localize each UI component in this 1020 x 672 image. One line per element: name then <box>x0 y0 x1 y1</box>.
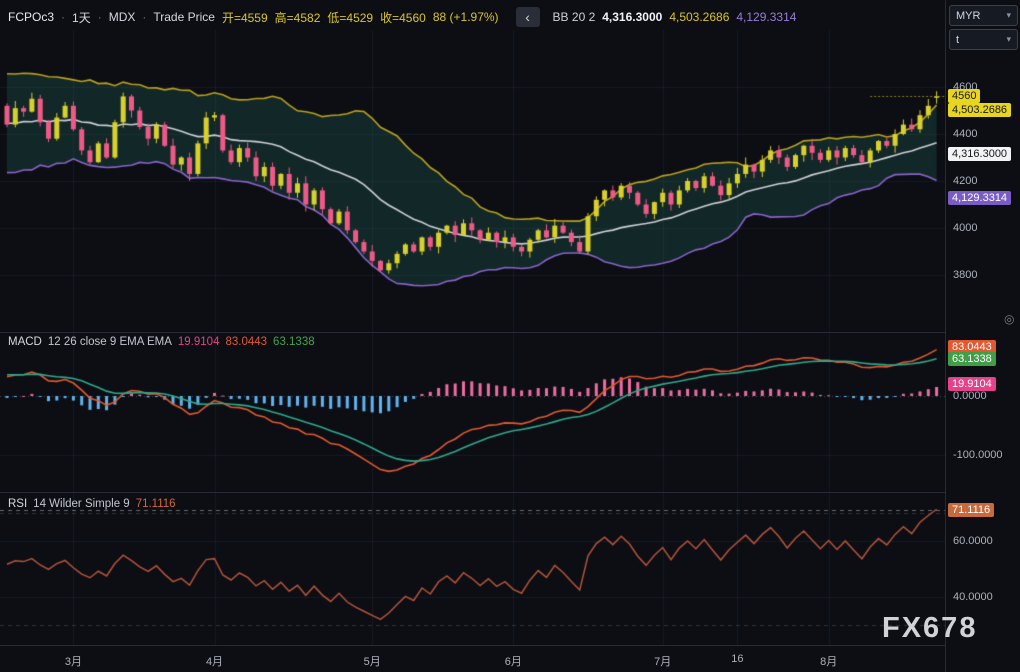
rsi-indicator-label[interactable]: RSI <box>8 498 27 510</box>
rsi-axis-tick: 40.0000 <box>953 591 993 603</box>
separator-dot: · <box>98 10 102 24</box>
interval-label[interactable]: 1天 <box>72 9 91 26</box>
panel-separator[interactable] <box>0 332 1020 333</box>
macd-line-value: 83.0443 <box>225 336 267 348</box>
rsi-axis-badge: 71.1116 <box>948 503 994 517</box>
macd-axis-tick: -100.0000 <box>953 449 1003 461</box>
watermark: FX678 <box>882 612 977 645</box>
chart-legend-toolbar: FCPOc3 · 1天 · MDX · Trade Price 开=4559 高… <box>8 9 796 25</box>
time-axis-tick: 3月 <box>65 653 82 669</box>
macd-params: 12 26 close 9 EMA EMA <box>48 336 172 348</box>
low-value: 低=4529 <box>327 9 373 26</box>
bb-lower-value: 4,129.3314 <box>736 10 796 24</box>
separator-dot: · <box>142 10 146 24</box>
price-axis-badge: 4,503.2686 <box>948 103 1011 117</box>
macd-indicator-label[interactable]: MACD <box>8 336 42 348</box>
time-axis-tick: 16 <box>731 653 743 665</box>
macd-signal-value: 63.1338 <box>273 336 315 348</box>
price-axis-tick: 4400 <box>953 128 977 140</box>
rsi-legend: RSI 14 Wilder Simple 9 71.1116 <box>8 498 176 510</box>
macd-axis-badge: 63.1338 <box>948 352 996 366</box>
separator-dot: · <box>61 10 65 24</box>
rsi-axis-tick: 60.0000 <box>953 535 993 547</box>
chevron-left-icon: ‹ <box>525 8 530 26</box>
exchange-label: MDX <box>109 10 136 24</box>
chevron-down-icon: ▾ <box>1006 10 1011 21</box>
chart-canvas[interactable] <box>0 0 945 645</box>
currency-value: MYR <box>956 10 980 22</box>
rsi-params: 14 Wilder Simple 9 <box>33 498 130 510</box>
price-axis-badge: 4560 <box>948 89 980 103</box>
price-axis-tick: 4200 <box>953 175 977 187</box>
close-value: 收=4560 <box>380 9 426 26</box>
time-axis-tick: 4月 <box>206 653 223 669</box>
bb-basis-value: 4,316.3000 <box>602 10 662 24</box>
series-type-label: Trade Price <box>153 10 215 24</box>
price-axis-badge: 4,129.3314 <box>948 191 1011 205</box>
bb-upper-value: 4,503.2686 <box>669 10 729 24</box>
price-axis-badge: 4,316.3000 <box>948 147 1011 161</box>
macd-axis-badge: 19.9104 <box>948 377 996 391</box>
symbol-name[interactable]: FCPOc3 <box>8 10 54 24</box>
scale-settings-icon[interactable]: ◎ <box>1004 312 1014 326</box>
bb-indicator-label[interactable]: BB 20 2 <box>553 10 596 24</box>
panel-separator[interactable] <box>0 492 1020 493</box>
macd-axis-tick: 0.0000 <box>953 390 987 402</box>
back-chevron-button[interactable]: ‹ <box>516 7 540 27</box>
currency-dropdown[interactable]: MYR ▾ <box>949 5 1018 26</box>
price-axis-tick: 3800 <box>953 269 977 281</box>
chevron-down-icon: ▾ <box>1006 34 1011 45</box>
high-value: 高=4582 <box>275 9 321 26</box>
macd-hist-value: 19.9104 <box>178 336 220 348</box>
unit-dropdown[interactable]: t ▾ <box>949 29 1018 50</box>
open-value: 开=4559 <box>222 9 268 26</box>
time-axis-tick: 6月 <box>505 653 522 669</box>
rsi-value: 71.1116 <box>136 498 176 510</box>
time-axis-tick: 5月 <box>364 653 381 669</box>
price-axis[interactable]: MYR ▾ t ▾ ◎ 4600440042004000380045604,50… <box>945 0 1020 672</box>
time-axis-tick: 7月 <box>654 653 671 669</box>
unit-value: t <box>956 34 959 46</box>
price-axis-tick: 4000 <box>953 222 977 234</box>
macd-legend: MACD 12 26 close 9 EMA EMA 19.9104 83.04… <box>8 336 315 348</box>
change-value: 88 (+1.97%) <box>433 10 499 24</box>
time-axis-tick: 8月 <box>820 653 837 669</box>
time-axis[interactable]: 3月 4月 5月 6月 7月 16 8月 <box>0 645 1020 672</box>
